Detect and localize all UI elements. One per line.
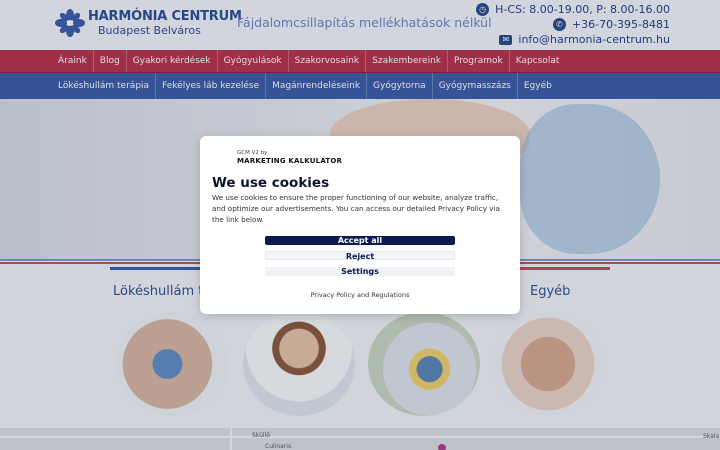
reject-button[interactable]: Reject (265, 251, 455, 261)
cookie-dialog-text: We use cookies to ensure the proper func… (212, 193, 500, 224)
accept-all-button[interactable]: Accept all (265, 236, 455, 245)
settings-button[interactable]: Settings (265, 267, 455, 276)
privacy-policy-link[interactable]: Privacy Policy and Regulations (200, 291, 520, 299)
cookie-consent-dialog: GCM V2 by MARKETING KALKULÁTOR We use co… (200, 136, 520, 314)
vendor-brand: MARKETING KALKULÁTOR (237, 157, 343, 165)
vendor-label: GCM V2 by (237, 150, 268, 156)
cookie-dialog-title: We use cookies (212, 175, 330, 191)
